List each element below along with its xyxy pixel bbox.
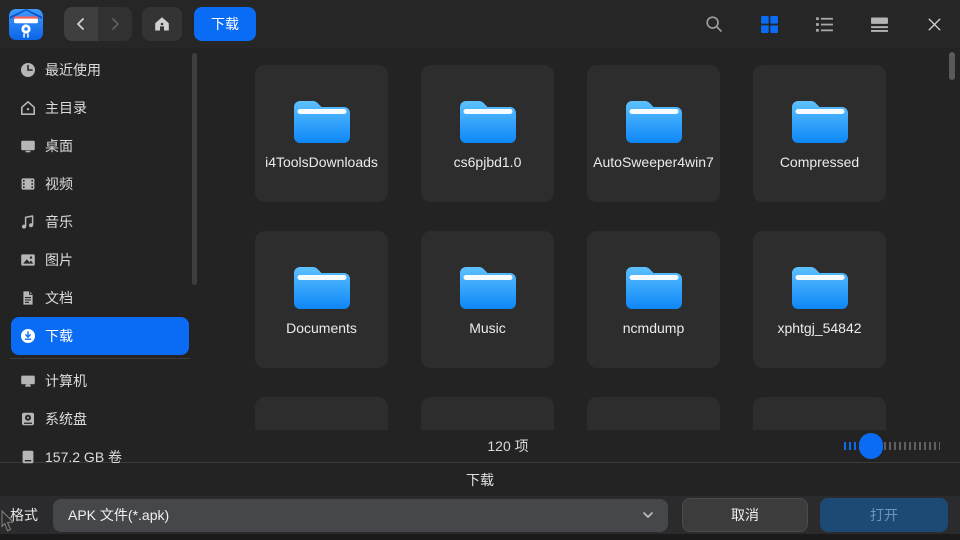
disk-icon xyxy=(20,411,36,427)
folder-tile[interactable] xyxy=(255,397,388,430)
folder-grid: i4ToolsDownloads cs6pjbd1.0 AutoSweeper4… xyxy=(255,65,955,430)
folder-tile[interactable] xyxy=(421,397,554,430)
slider-thumb[interactable] xyxy=(859,433,883,459)
folder-icon xyxy=(788,261,852,311)
list-view-button[interactable] xyxy=(813,13,835,35)
folder-icon xyxy=(456,261,520,311)
folder-name: Music xyxy=(464,320,511,337)
sidebar-item-label: 主目录 xyxy=(45,98,87,118)
folder-tile[interactable]: cs6pjbd1.0 xyxy=(421,65,554,202)
folder-icon xyxy=(456,95,520,145)
sidebar-item[interactable]: 桌面 xyxy=(11,127,189,165)
desktop-icon xyxy=(20,138,36,154)
detail-view-button[interactable] xyxy=(868,13,890,35)
tab-downloads[interactable]: 下载 xyxy=(194,7,256,41)
toolbar-right xyxy=(703,13,945,35)
folder-tile[interactable]: ncmdump xyxy=(587,231,720,368)
sidebar-scrollbar[interactable] xyxy=(192,53,197,285)
home-button[interactable] xyxy=(142,7,182,41)
nav-pill xyxy=(64,7,132,41)
document-icon xyxy=(20,290,36,306)
sidebar-item-label: 桌面 xyxy=(45,136,73,156)
folder-tile[interactable]: Music xyxy=(421,231,554,368)
folder-tile[interactable]: xphtgj_54842 xyxy=(753,231,886,368)
sidebar-item[interactable]: 文档 xyxy=(11,279,189,317)
sidebar-item-label: 音乐 xyxy=(45,212,73,232)
sidebar-item[interactable]: 图片 xyxy=(11,241,189,279)
sidebar: 最近使用 主目录 桌面 视频 音 xyxy=(0,48,200,462)
sidebar-item-label: 图片 xyxy=(45,250,73,270)
folder-icon xyxy=(788,95,852,145)
chevron-down-icon xyxy=(640,507,656,523)
forward-button[interactable] xyxy=(98,7,132,41)
folder-name: ncmdump xyxy=(618,320,689,337)
download-icon xyxy=(20,328,36,344)
folder-tile[interactable]: Documents xyxy=(255,231,388,368)
sidebar-item-label: 157.2 GB 卷 xyxy=(45,447,122,467)
cancel-button[interactable]: 取消 xyxy=(682,498,808,532)
home-icon xyxy=(20,100,36,116)
folder-name: xphtgj_54842 xyxy=(772,320,866,337)
folder-tile[interactable]: i4ToolsDownloads xyxy=(255,65,388,202)
folder-icon xyxy=(290,261,354,311)
main-area: i4ToolsDownloads cs6pjbd1.0 AutoSweeper4… xyxy=(200,48,960,462)
sidebar-item-label: 下载 xyxy=(45,326,73,346)
sidebar-item-label: 文档 xyxy=(45,288,73,308)
music-icon xyxy=(20,214,36,230)
folder-grid-area: i4ToolsDownloads cs6pjbd1.0 AutoSweeper4… xyxy=(200,48,960,430)
toolbar: 下载 xyxy=(0,0,960,48)
app-icon xyxy=(8,6,44,42)
sidebar-item[interactable]: 计算机 xyxy=(11,362,189,400)
icon-size-slider[interactable] xyxy=(844,433,940,459)
dialog-footer: 格式 APK 文件(*.apk) 取消 打开 xyxy=(0,496,960,534)
folder-tile[interactable]: Compressed xyxy=(753,65,886,202)
sidebar-item[interactable]: 下载 xyxy=(11,317,189,355)
clock-icon xyxy=(20,62,36,78)
sidebar-item[interactable]: 音乐 xyxy=(11,203,189,241)
video-icon xyxy=(20,176,36,192)
slider-ticks-filled xyxy=(844,442,859,450)
volume-icon xyxy=(20,449,36,465)
folder-tile[interactable]: AutoSweeper4win7 xyxy=(587,65,720,202)
folder-name: Compressed xyxy=(775,154,864,171)
picture-icon xyxy=(20,252,36,268)
statusbar: 120 项 xyxy=(200,430,960,462)
sidebar-item[interactable]: 157.2 GB 卷 xyxy=(11,438,189,476)
grid-view-button[interactable] xyxy=(758,13,780,35)
folder-name: AutoSweeper4win7 xyxy=(588,154,719,171)
window-bottom-edge xyxy=(0,534,960,540)
folder-tile[interactable] xyxy=(587,397,720,430)
sidebar-separator xyxy=(10,358,190,359)
main-scrollbar[interactable] xyxy=(949,52,955,80)
sidebar-item-label: 计算机 xyxy=(45,371,87,391)
sidebar-item[interactable]: 系统盘 xyxy=(11,400,189,438)
folder-name: cs6pjbd1.0 xyxy=(449,154,527,171)
open-button[interactable]: 打开 xyxy=(820,498,948,532)
search-icon[interactable] xyxy=(703,13,725,35)
folder-name: Documents xyxy=(281,320,362,337)
folder-name: i4ToolsDownloads xyxy=(260,154,383,171)
folder-icon xyxy=(290,95,354,145)
file-dialog-window: 下载 最近使用 主目录 xyxy=(0,0,960,540)
format-label: 格式 xyxy=(10,505,38,525)
back-button[interactable] xyxy=(64,7,98,41)
sidebar-item-label: 最近使用 xyxy=(45,60,101,80)
sidebar-item-label: 视频 xyxy=(45,174,73,194)
sidebar-item[interactable]: 视频 xyxy=(11,165,189,203)
sidebar-item-label: 系统盘 xyxy=(45,409,87,429)
sidebar-item[interactable]: 主目录 xyxy=(11,89,189,127)
folder-icon xyxy=(622,261,686,311)
folder-icon xyxy=(622,95,686,145)
format-value: APK 文件(*.apk) xyxy=(68,505,169,525)
folder-tile[interactable] xyxy=(753,397,886,430)
content: 最近使用 主目录 桌面 视频 音 xyxy=(0,48,960,462)
close-button[interactable] xyxy=(923,13,945,35)
sidebar-item[interactable]: 最近使用 xyxy=(11,51,189,89)
computer-icon xyxy=(20,373,36,389)
item-count: 120 项 xyxy=(487,436,528,456)
format-select[interactable]: APK 文件(*.apk) xyxy=(53,499,668,532)
